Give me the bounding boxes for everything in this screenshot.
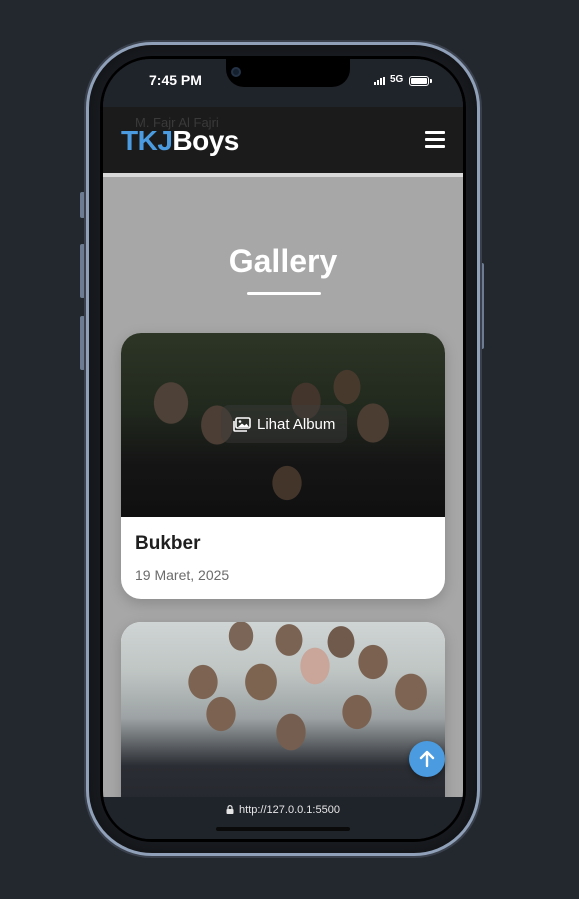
phone-screen: 7:45 PM 5G Gallery Lihat Album Bukber 19… <box>103 59 463 839</box>
arrow-up-icon <box>419 750 435 768</box>
album-photo <box>121 622 445 797</box>
album-photo: Lihat Album <box>121 333 445 517</box>
status-time: 7:45 PM <box>149 72 202 88</box>
phone-bezel: 7:45 PM 5G Gallery Lihat Album Bukber 19… <box>100 56 466 842</box>
url-display[interactable]: http://127.0.0.1:5500 <box>103 804 463 816</box>
album-date: 19 Maret, 2025 <box>135 567 230 583</box>
navbar: M. Fajr Al Fajri TKJBoys <box>103 107 463 177</box>
images-icon <box>233 416 251 432</box>
scroll-to-top-button[interactable] <box>409 741 445 777</box>
notch <box>226 59 350 87</box>
view-album-label: Lihat Album <box>257 415 336 433</box>
home-indicator[interactable] <box>216 827 350 831</box>
site-logo[interactable]: TKJBoys <box>121 125 239 157</box>
gallery-card[interactable]: Lihat Album Bukber 19 Maret, 2025 <box>121 333 445 599</box>
battery-tip <box>430 79 432 83</box>
signal-icon <box>374 77 388 85</box>
phone-volume-up-button <box>80 244 85 298</box>
status-bar: 7:45 PM 5G <box>103 59 463 107</box>
browser-url-bar[interactable]: http://127.0.0.1:5500 <box>103 797 463 839</box>
menu-icon[interactable] <box>425 131 445 149</box>
logo-accent: TKJ <box>121 125 173 156</box>
lock-icon <box>226 805 234 814</box>
url-text: http://127.0.0.1:5500 <box>239 804 340 816</box>
logo-main: Boys <box>172 125 239 156</box>
battery-icon <box>409 76 429 86</box>
phone-mute-switch <box>80 192 85 218</box>
view-album-button[interactable]: Lihat Album <box>221 405 348 443</box>
album-title: Bukber <box>135 533 201 554</box>
title-underline <box>247 292 321 295</box>
gallery-title: Gallery <box>228 243 338 279</box>
gallery-card[interactable] <box>121 622 445 797</box>
web-page[interactable]: Gallery Lihat Album Bukber 19 Maret, 202… <box>103 107 463 797</box>
phone-volume-down-button <box>80 316 85 370</box>
network-type: 5G <box>390 74 404 85</box>
front-camera <box>231 67 241 77</box>
